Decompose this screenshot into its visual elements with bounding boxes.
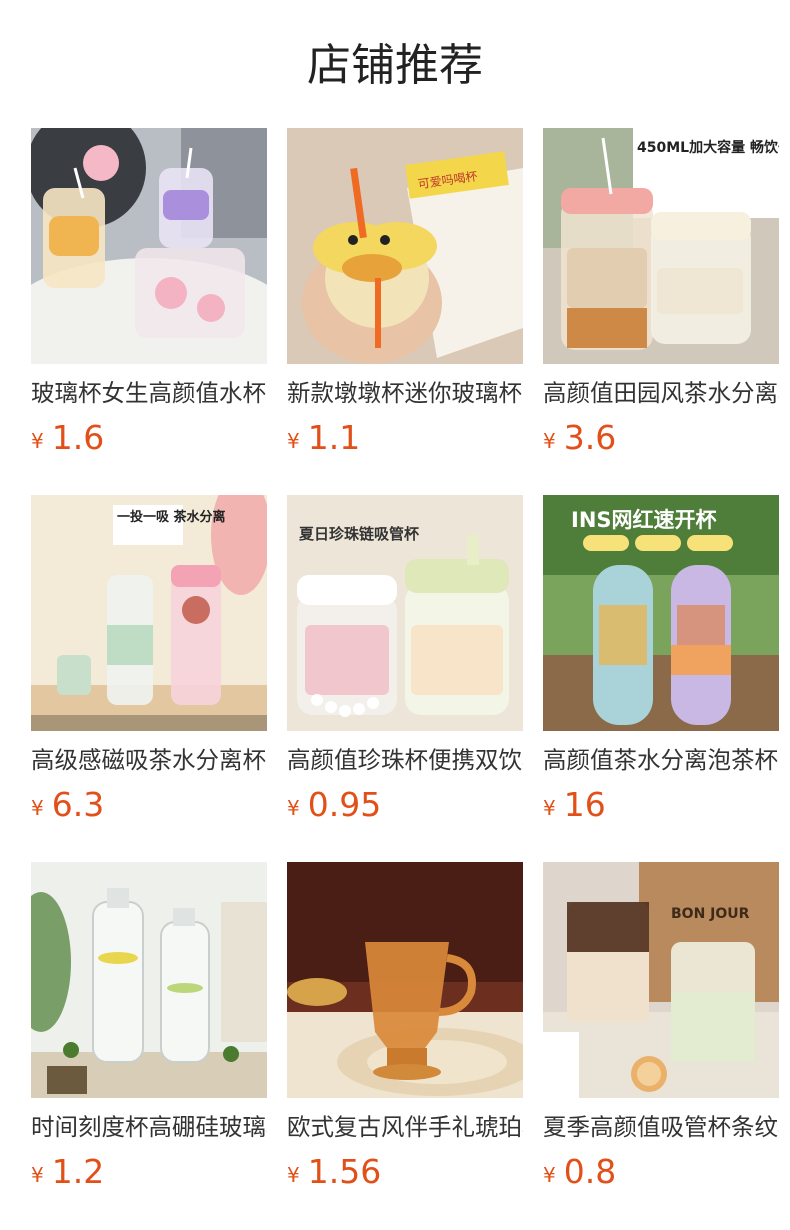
product-card[interactable]: 玻璃杯女生高颜值水杯 ¥1.6 [31, 128, 267, 468]
currency-symbol: ¥ [287, 1163, 300, 1187]
image-caption: INS网红速开杯 [571, 508, 717, 532]
product-name[interactable]: 高颜值茶水分离泡茶杯 [543, 743, 779, 777]
currency-symbol: ¥ [287, 429, 300, 453]
price-value: 1.2 [51, 1152, 105, 1191]
product-card[interactable]: 时间刻度杯高硼硅玻璃杯 ¥1.2 [31, 862, 267, 1202]
product-name[interactable]: 时间刻度杯高硼硅玻璃杯 [31, 1110, 267, 1144]
currency-symbol: ¥ [543, 429, 556, 453]
product-name[interactable]: 新款墩墩杯迷你玻璃杯 [287, 376, 523, 410]
product-price: ¥1.2 [31, 1150, 104, 1194]
product-name[interactable]: 高颜值田园风茶水分离杯 [543, 376, 779, 410]
product-price: ¥1.6 [31, 416, 104, 460]
price-value: 1.6 [51, 418, 105, 457]
image-caption: 夏日珍珠链吸管杯 [298, 525, 420, 543]
product-image[interactable]: 夏日珍珠链吸管杯 [287, 495, 523, 731]
product-card[interactable]: INS网红速开杯 高颜值茶水分离泡茶杯 ¥16 [543, 495, 779, 835]
product-price: ¥3.6 [543, 416, 616, 460]
product-name[interactable]: 欧式复古风伴手礼琥珀杯 [287, 1110, 523, 1144]
product-image[interactable]: INS网红速开杯 [543, 495, 779, 731]
price-value: 3.6 [563, 418, 617, 457]
currency-symbol: ¥ [543, 796, 556, 820]
product-image[interactable]: 可爱吗喝杯 [287, 128, 523, 364]
image-caption: 一投一吸 茶水分离 [117, 509, 226, 525]
currency-symbol: ¥ [31, 796, 44, 820]
product-image[interactable] [287, 862, 523, 1098]
product-name[interactable]: 高级感磁吸茶水分离杯 [31, 743, 267, 777]
product-image[interactable] [31, 128, 267, 364]
product-name[interactable]: 夏季高颜值吸管杯条纹杯 [543, 1110, 779, 1144]
price-value: 1.1 [307, 418, 361, 457]
product-card[interactable]: BON JOUR 夏季高颜值吸管杯条纹杯 ¥0.8 [543, 862, 779, 1202]
product-card[interactable]: 夏日珍珠链吸管杯 高颜值珍珠杯便携双饮杯 ¥0.95 [287, 495, 523, 835]
currency-symbol: ¥ [287, 796, 300, 820]
price-value: 0.95 [307, 785, 382, 824]
product-image[interactable]: 一投一吸 茶水分离 [31, 495, 267, 731]
image-caption: BON JOUR [671, 906, 750, 922]
currency-symbol: ¥ [31, 1163, 44, 1187]
product-card[interactable]: 欧式复古风伴手礼琥珀杯 ¥1.56 [287, 862, 523, 1202]
product-image[interactable] [31, 862, 267, 1098]
price-value: 1.56 [307, 1152, 382, 1191]
product-card[interactable]: 一投一吸 茶水分离 高级感磁吸茶水分离杯 ¥6.3 [31, 495, 267, 835]
product-card[interactable]: 450ML加大容量 畅饮一整天 高颜值田园风茶水分离杯 ¥3.6 [543, 128, 779, 468]
price-value: 16 [563, 785, 606, 824]
product-name[interactable]: 玻璃杯女生高颜值水杯 [31, 376, 267, 410]
product-image[interactable]: 450ML加大容量 畅饮一整天 [543, 128, 779, 364]
product-price: ¥1.1 [287, 416, 360, 460]
product-price: ¥0.8 [543, 1150, 616, 1194]
product-card[interactable]: 可爱吗喝杯 新款墩墩杯迷你玻璃杯 ¥1.1 [287, 128, 523, 468]
page-title: 店铺推荐 [307, 40, 483, 91]
price-value: 6.3 [51, 785, 105, 824]
product-name[interactable]: 高颜值珍珠杯便携双饮杯 [287, 743, 523, 777]
product-price: ¥16 [543, 783, 606, 827]
currency-symbol: ¥ [543, 1163, 556, 1187]
price-value: 0.8 [563, 1152, 617, 1191]
product-price: ¥1.56 [287, 1150, 381, 1194]
currency-symbol: ¥ [31, 429, 44, 453]
product-image[interactable]: BON JOUR [543, 862, 779, 1098]
product-price: ¥0.95 [287, 783, 381, 827]
image-caption: 450ML加大容量 畅饮一整天 [637, 139, 779, 156]
product-price: ¥6.3 [31, 783, 104, 827]
